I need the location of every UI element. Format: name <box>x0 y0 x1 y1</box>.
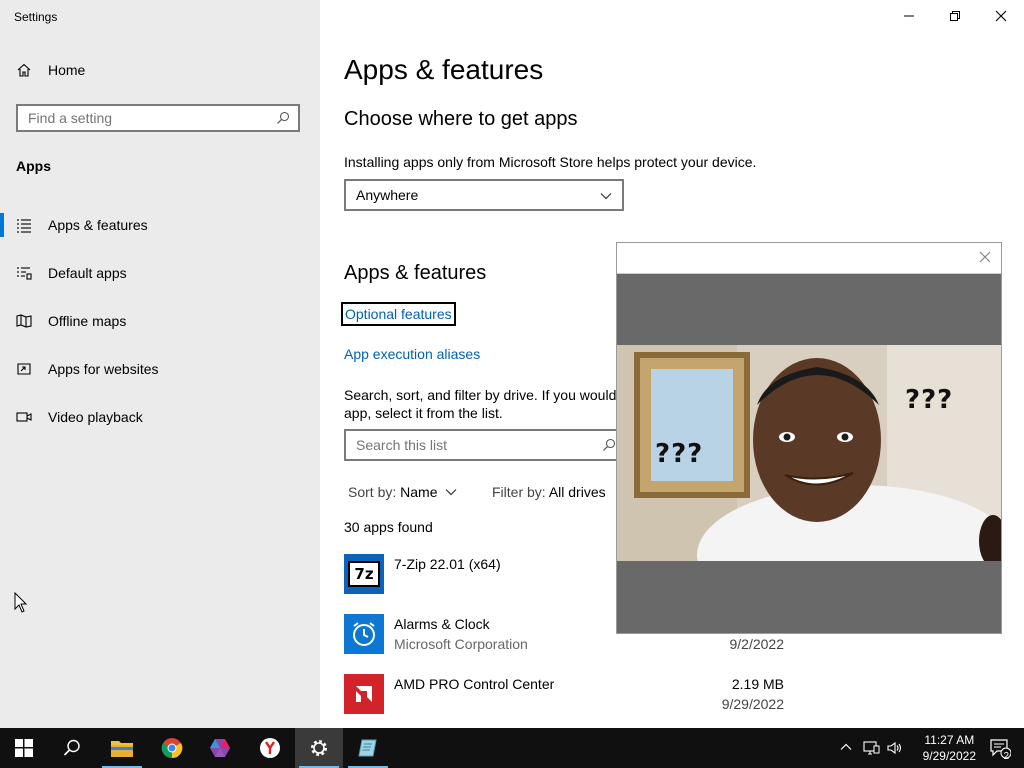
optional-features-link[interactable]: Optional features <box>341 302 456 326</box>
clock-time: 11:27 AM <box>924 733 975 747</box>
app-list-search-box[interactable] <box>344 429 624 461</box>
find-setting-input[interactable] <box>18 106 278 130</box>
window-title: Settings <box>14 10 58 24</box>
app-install-date: 9/29/2022 <box>721 696 784 712</box>
filter-by-value: All drives <box>548 484 606 500</box>
search-description-line1: Search, sort, and filter by drive. If yo… <box>344 387 617 403</box>
taskbar: 11:27 AM 9/29/2022 2 <box>0 728 1024 768</box>
app-name: AMD PRO Control Center <box>394 676 555 692</box>
network-icon[interactable] <box>862 740 880 761</box>
taskbar-settings[interactable] <box>295 728 343 768</box>
search-icon[interactable] <box>276 111 290 125</box>
choose-apps-description: Installing apps only from Microsoft Stor… <box>344 154 757 170</box>
map-icon <box>16 313 32 329</box>
folder-icon <box>111 741 133 757</box>
taskbar-notepad-app[interactable] <box>344 728 392 768</box>
page-title: Apps & features <box>344 54 544 85</box>
link-window-icon <box>16 361 32 377</box>
sort-by-label: Sort by: <box>348 484 397 500</box>
sort-by-control[interactable]: Sort by: Name <box>348 484 457 500</box>
app-size: 2.19 MB <box>731 676 784 692</box>
sidebar-item-label: Apps for websites <box>48 361 159 377</box>
list-icon <box>16 217 32 233</box>
app-publisher: Microsoft Corporation <box>394 636 528 652</box>
sidebar-item-label: Offline maps <box>48 313 127 329</box>
gear-icon <box>311 740 327 756</box>
sidebar-item-apps-for-websites[interactable]: Apps for websites <box>0 349 320 389</box>
confused-man-meme-image: ??? ??? <box>617 345 1001 561</box>
clock-date: 9/29/2022 <box>922 749 976 763</box>
yandex-browser-icon <box>260 738 280 758</box>
apps-features-heading: Apps & features <box>344 262 487 284</box>
meme-text-left: ??? <box>655 439 704 469</box>
meme-text-right: ??? <box>905 385 954 415</box>
sidebar-item-label: Default apps <box>48 265 127 281</box>
filter-by-label: Filter by: <box>492 484 546 500</box>
chevron-up-icon[interactable] <box>840 740 852 758</box>
close-icon[interactable] <box>977 249 993 265</box>
restore-button[interactable] <box>932 0 978 32</box>
close-button[interactable] <box>978 0 1024 32</box>
taskbar-app-gem[interactable] <box>196 728 244 768</box>
taskbar-chrome[interactable] <box>148 728 196 768</box>
sort-by-value: Name <box>400 484 438 500</box>
taskbar-file-explorer[interactable] <box>98 728 146 768</box>
notification-count-badge: 2 <box>1003 751 1009 762</box>
sidebar-item-default-apps[interactable]: Default apps <box>0 253 320 293</box>
7zip-icon: 7z <box>344 554 384 594</box>
search-icon <box>63 739 80 756</box>
sidebar-item-label: Video playback <box>48 409 143 425</box>
sidebar-item-label: Apps & features <box>48 217 148 233</box>
amd-icon <box>344 674 384 714</box>
action-center-button[interactable]: 2 <box>976 728 1024 768</box>
taskbar-clock[interactable]: 11:27 AM 9/29/2022 <box>923 732 976 764</box>
image-popup-window: ??? ??? <box>616 242 1002 634</box>
home-icon <box>16 62 32 78</box>
app-name: Alarms & Clock <box>394 616 490 632</box>
choose-apps-heading: Choose where to get apps <box>344 108 578 130</box>
taskbar-yandex-browser[interactable] <box>246 728 294 768</box>
chrome-icon <box>161 738 183 759</box>
volume-icon[interactable] <box>886 740 904 761</box>
app-install-date: 9/2/2022 <box>729 636 785 652</box>
gem-app-icon <box>210 739 230 757</box>
mouse-pointer-icon <box>14 591 28 619</box>
sidebar-item-video-playback[interactable]: Video playback <box>0 397 320 437</box>
search-description: Search, sort, and filter by drive. If yo… <box>344 386 644 422</box>
list-item[interactable]: AMD PRO Control Center 2.19 MB 9/29/2022 <box>344 674 784 730</box>
app-list-search-input[interactable] <box>346 431 606 459</box>
start-button[interactable] <box>0 728 48 768</box>
sidebar-item-apps-features[interactable]: Apps & features <box>0 205 320 245</box>
notepad-icon <box>358 739 377 757</box>
find-setting-box[interactable] <box>16 104 300 132</box>
search-icon[interactable] <box>602 438 616 457</box>
app-execution-aliases-link[interactable]: App execution aliases <box>344 346 480 362</box>
minimize-button[interactable] <box>886 0 932 32</box>
apps-found-count: 30 apps found <box>344 519 433 535</box>
app-source-dropdown[interactable]: Anywhere <box>344 179 624 211</box>
video-icon <box>16 409 32 425</box>
sidebar-item-offline-maps[interactable]: Offline maps <box>0 301 320 341</box>
section-label-apps: Apps <box>16 158 51 174</box>
windows-logo-icon <box>15 739 33 757</box>
search-description-line2: app, select it from the list. <box>344 405 503 421</box>
popup-title-bar[interactable] <box>617 243 1001 274</box>
alarm-clock-icon <box>344 614 384 654</box>
chevron-down-icon <box>600 189 612 205</box>
home-nav-item[interactable]: Home <box>16 62 85 78</box>
app-source-value: Anywhere <box>356 187 419 203</box>
settings-sidebar: Settings Home Apps Apps & features Defau… <box>0 0 320 728</box>
default-apps-icon <box>16 265 32 281</box>
chevron-down-icon <box>445 489 457 496</box>
taskbar-search-button[interactable] <box>48 728 96 768</box>
app-name: 7-Zip 22.01 (x64) <box>394 556 501 572</box>
filter-by-control[interactable]: Filter by: All drives <box>492 484 606 500</box>
home-label: Home <box>48 62 86 78</box>
